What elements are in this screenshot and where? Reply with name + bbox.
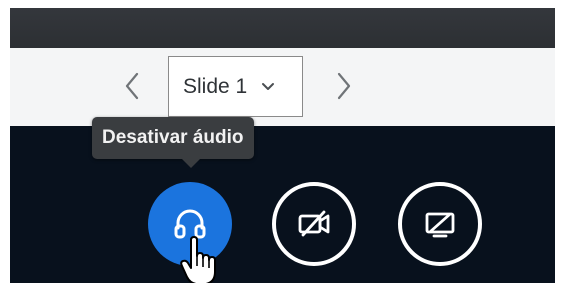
slide-navigation-bar: Slide 1 [10, 48, 555, 126]
chevron-left-icon [125, 72, 139, 100]
video-off-icon [298, 210, 330, 237]
slide-selector-label: Slide 1 [183, 74, 248, 98]
tooltip-text: Desativar áudio [102, 127, 244, 148]
audio-toggle-button[interactable] [148, 182, 232, 266]
chevron-down-icon [261, 82, 275, 92]
video-toggle-button[interactable] [272, 182, 356, 266]
slide-selector[interactable]: Slide 1 [168, 56, 303, 117]
screen-share-toggle-button[interactable] [398, 182, 482, 266]
screen-share-off-icon [425, 212, 455, 238]
tooltip-pointer [182, 159, 200, 168]
meeting-window: Slide 1 Desativar áudio [10, 8, 555, 283]
presentation-area [10, 8, 555, 48]
headphones-icon [174, 209, 206, 239]
next-slide-button[interactable] [328, 68, 360, 104]
chevron-right-icon [337, 72, 351, 100]
tooltip: Desativar áudio [92, 117, 254, 159]
previous-slide-button[interactable] [116, 68, 148, 104]
